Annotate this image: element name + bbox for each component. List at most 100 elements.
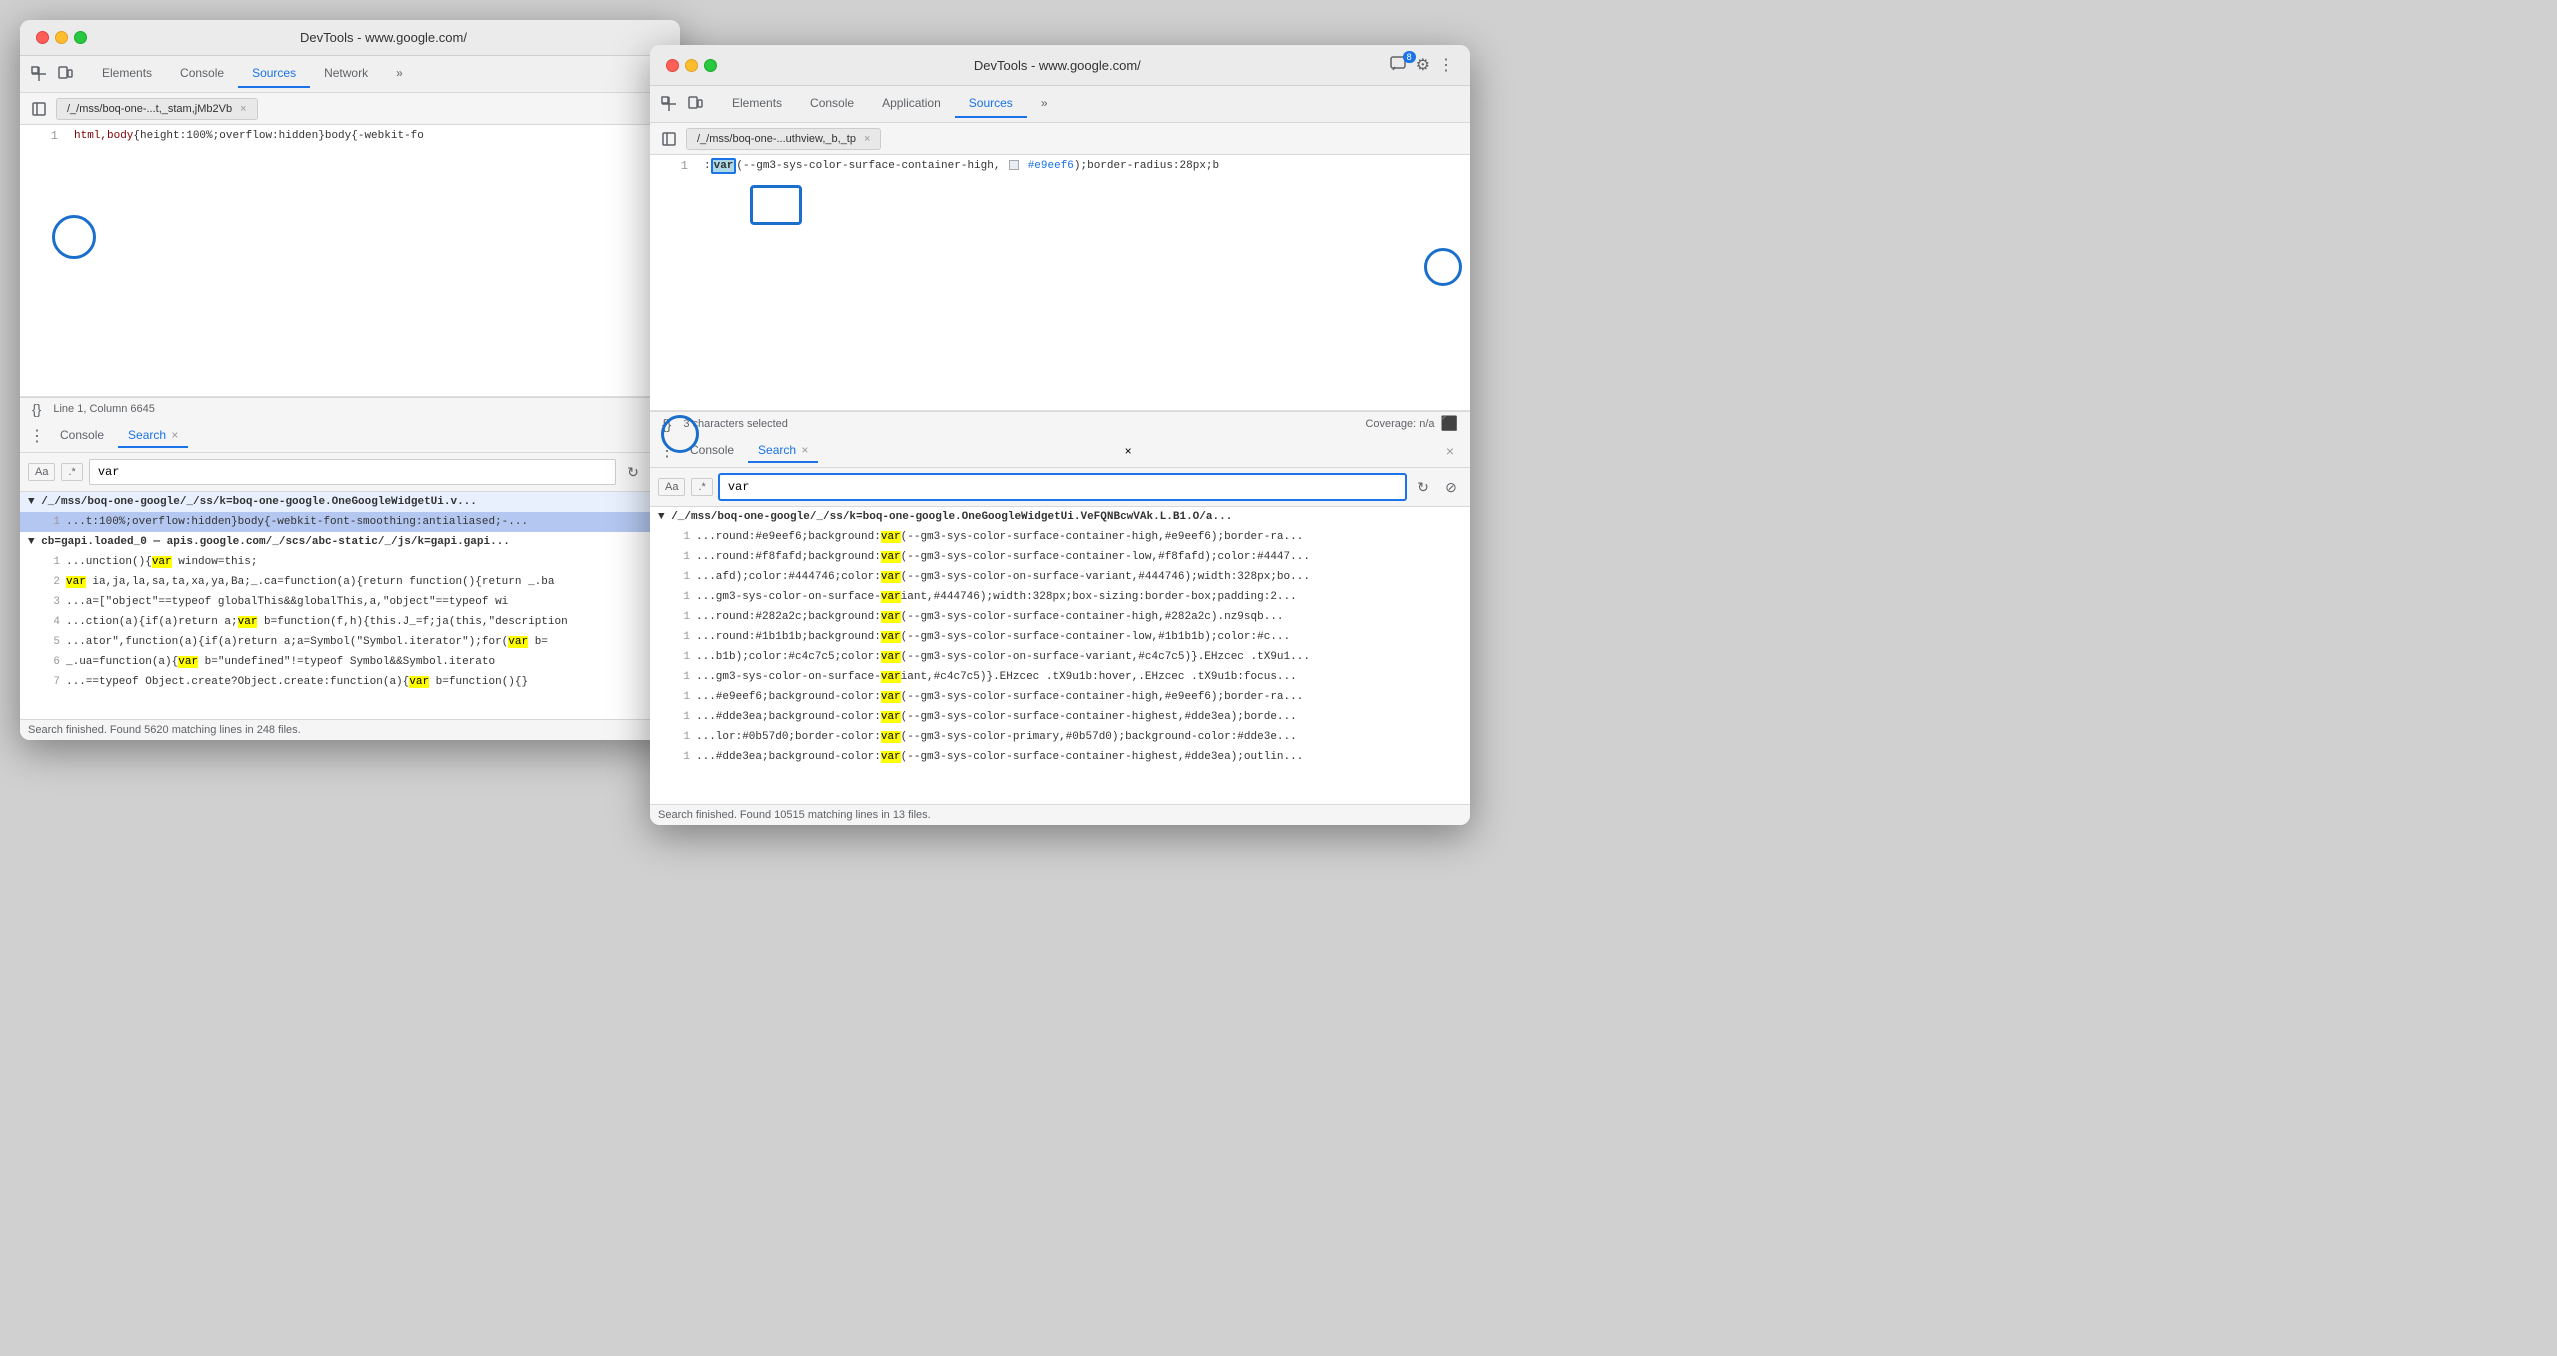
result-row-r12[interactable]: 1 ...#dde3ea;background-color:var(--gm3-… — [650, 747, 1470, 767]
toolbar-tabs-right: Elements Console Application Sources » — [718, 90, 1062, 118]
chat-icon-container: 8 — [1390, 55, 1408, 75]
title-bar-right: DevTools - www.google.com/ 8 ⚙ ⋮ — [650, 45, 1470, 86]
settings-icon[interactable]: ⚙ — [1416, 55, 1430, 75]
result-row-2-left[interactable]: 1 ...unction(){var window=this; — [20, 552, 680, 572]
result-row-r1[interactable]: 1 ...round:#e9eef6;background:var(--gm3-… — [650, 527, 1470, 547]
title-bar-left: DevTools - www.google.com/ — [20, 20, 680, 56]
search-bar-left: Aa .* ↻ ⊘ — [20, 453, 680, 492]
search-case-right[interactable]: Aa — [658, 478, 685, 496]
windows-container: DevTools - www.google.com/ Elements Cons… — [20, 20, 1500, 840]
search-bar-right: Aa .* ↻ ⊘ — [650, 468, 1470, 507]
device-icon-right[interactable] — [684, 93, 706, 115]
search-input-right[interactable] — [719, 474, 1406, 500]
tab-console-left[interactable]: Console — [166, 60, 238, 88]
search-footer-right: Search finished. Found 10515 matching li… — [650, 804, 1470, 825]
close-button-right[interactable] — [666, 59, 679, 72]
inspect-icon[interactable] — [28, 63, 50, 85]
panel-tab-close-left[interactable]: × — [171, 428, 178, 442]
close-panel-right[interactable]: × — [1125, 444, 1132, 458]
search-refresh-right[interactable]: ↻ — [1412, 476, 1434, 498]
search-input-left[interactable] — [89, 459, 616, 485]
more-icon[interactable]: ⋮ — [1438, 55, 1454, 75]
tab-application-right[interactable]: Application — [868, 90, 955, 118]
device-icon[interactable] — [54, 63, 76, 85]
result-row-r9[interactable]: 1 ...#e9eef6;background-color:var(--gm3-… — [650, 687, 1470, 707]
file-tab-bar-right: /_/mss/boq-one-...uthview,_b,_tp × — [650, 123, 1470, 155]
file-tab-left[interactable]: /_/mss/boq-one-...t,_stam,jMb2Vb × — [56, 98, 258, 120]
search-results-left[interactable]: ▼ /_/mss/boq-one-google/_/ss/k=boq-one-g… — [20, 492, 680, 719]
result-file-1-left[interactable]: ▼ /_/mss/boq-one-google/_/ss/k=boq-one-g… — [20, 492, 680, 512]
result-row-r3[interactable]: 1 ...afd);color:#444746;color:var(--gm3-… — [650, 567, 1470, 587]
panel-tab-search-right[interactable]: Search × — [748, 439, 818, 463]
sidebar-toggle-right[interactable] — [658, 128, 680, 150]
code-content-left: html,body{height:100%;overflow:hidden}bo… — [74, 127, 424, 145]
minimize-button-left[interactable] — [55, 31, 68, 44]
file-tab-bar-left: /_/mss/boq-one-...t,_stam,jMb2Vb × — [20, 93, 680, 125]
result-row-r11[interactable]: 1 ...lor:#0b57d0;border-color:var(--gm3-… — [650, 727, 1470, 747]
curly-brace-icon: {} — [32, 401, 41, 417]
toolbar-right: Elements Console Application Sources » — [650, 86, 1470, 123]
close-button-left[interactable] — [36, 31, 49, 44]
tab-more-left[interactable]: » — [382, 60, 417, 88]
coverage-icon[interactable]: ⬛ — [1441, 415, 1458, 432]
panel-more-left[interactable]: ⋮ — [28, 427, 46, 445]
result-row-r8[interactable]: 1 ...gm3-sys-color-on-surface-variant,#c… — [650, 667, 1470, 687]
result-row-r10[interactable]: 1 ...#dde3ea;background-color:var(--gm3-… — [650, 707, 1470, 727]
tab-elements-right[interactable]: Elements — [718, 90, 796, 118]
tab-network-left[interactable]: Network — [310, 60, 382, 88]
close-panel-btn-right[interactable]: × — [1438, 443, 1462, 459]
sidebar-toggle-left[interactable] — [28, 98, 50, 120]
panel-tab-search-left[interactable]: Search × — [118, 424, 188, 448]
search-clear-right[interactable]: ⊘ — [1440, 476, 1462, 498]
search-results-right[interactable]: ▼ /_/mss/boq-one-google/_/ss/k=boq-one-g… — [650, 507, 1470, 804]
code-line-right: 1 :var(--gm3-sys-color-surface-container… — [650, 155, 1470, 177]
result-file-2-left[interactable]: ▼ cb=gapi.loaded_0 — apis.google.com/_/s… — [20, 532, 680, 552]
window-title-left: DevTools - www.google.com/ — [103, 30, 664, 45]
panel-tab-close-right[interactable]: × — [801, 443, 808, 457]
maximize-button-right[interactable] — [704, 59, 717, 72]
panel-tabs-right: ⋮ Console Search × × × — [650, 435, 1470, 468]
result-row-r4[interactable]: 1 ...gm3-sys-color-on-surface-variant,#4… — [650, 587, 1470, 607]
result-row-7-left[interactable]: 6 _.ua=function(a){var b="undefined"!=ty… — [20, 652, 680, 672]
code-line-left: 1 html,body{height:100%;overflow:hidden}… — [20, 125, 680, 147]
panel-tabs-left: ⋮ Console Search × — [20, 420, 680, 453]
result-row-r7[interactable]: 1 ...b1b);color:#c4c7c5;color:var(--gm3-… — [650, 647, 1470, 667]
file-tab-right[interactable]: /_/mss/boq-one-...uthview,_b,_tp × — [686, 128, 881, 150]
result-file-right[interactable]: ▼ /_/mss/boq-one-google/_/ss/k=boq-one-g… — [650, 507, 1470, 527]
result-row-6-left[interactable]: 5 ...ator",function(a){if(a)return a;a=S… — [20, 632, 680, 652]
devtools-window-right: DevTools - www.google.com/ 8 ⚙ ⋮ — [650, 45, 1470, 825]
toolbar-actions-right: 8 ⚙ ⋮ — [1390, 55, 1454, 75]
result-row-1-left[interactable]: 1 ...t:100%;overflow:hidden}body{-webkit… — [20, 512, 680, 532]
search-regex-left[interactable]: .* — [61, 463, 82, 481]
file-tab-close-right[interactable]: × — [864, 133, 870, 145]
line-number-left: 1 — [28, 127, 58, 145]
result-row-5-left[interactable]: 4 ...ction(a){if(a)return a;var b=functi… — [20, 612, 680, 632]
maximize-button-left[interactable] — [74, 31, 87, 44]
search-refresh-left[interactable]: ↻ — [622, 461, 644, 483]
tab-console-right[interactable]: Console — [796, 90, 868, 118]
line-col-status: Line 1, Column 6645 — [53, 403, 155, 415]
panel-tab-console-left[interactable]: Console — [50, 424, 114, 448]
tab-more-right[interactable]: » — [1027, 90, 1062, 118]
search-regex-right[interactable]: .* — [691, 478, 712, 496]
minimize-button-right[interactable] — [685, 59, 698, 72]
result-row-3-left[interactable]: 2 var ia,ja,la,sa,ta,xa,ya,Ba;_.ca=funct… — [20, 572, 680, 592]
curly-brace-icon-right: {} — [662, 416, 671, 432]
file-tab-close-left[interactable]: × — [240, 103, 246, 115]
inspect-icon-right[interactable] — [658, 93, 680, 115]
tab-sources-left[interactable]: Sources — [238, 60, 310, 88]
panel-more-right[interactable]: ⋮ — [658, 442, 676, 460]
result-row-r6[interactable]: 1 ...round:#1b1b1b;background:var(--gm3-… — [650, 627, 1470, 647]
bottom-panel-left: ⋮ Console Search × Aa .* ↻ ⊘ ▼ /_/mss/bo… — [20, 420, 680, 740]
panel-tab-console-right[interactable]: Console — [680, 439, 744, 463]
result-row-8-left[interactable]: 7 ...==typeof Object.create?Object.creat… — [20, 672, 680, 692]
badge-count: 8 — [1403, 51, 1416, 63]
traffic-lights-right — [666, 59, 717, 72]
result-row-r5[interactable]: 1 ...round:#282a2c;background:var(--gm3-… — [650, 607, 1470, 627]
toolbar-tabs-left: Elements Console Sources Network » — [88, 60, 417, 88]
search-case-left[interactable]: Aa — [28, 463, 55, 481]
tab-elements-left[interactable]: Elements — [88, 60, 166, 88]
tab-sources-right[interactable]: Sources — [955, 90, 1027, 118]
result-row-r2[interactable]: 1 ...round:#f8fafd;background:var(--gm3-… — [650, 547, 1470, 567]
result-row-4-left[interactable]: 3 ...a=["object"==typeof globalThis&&glo… — [20, 592, 680, 612]
